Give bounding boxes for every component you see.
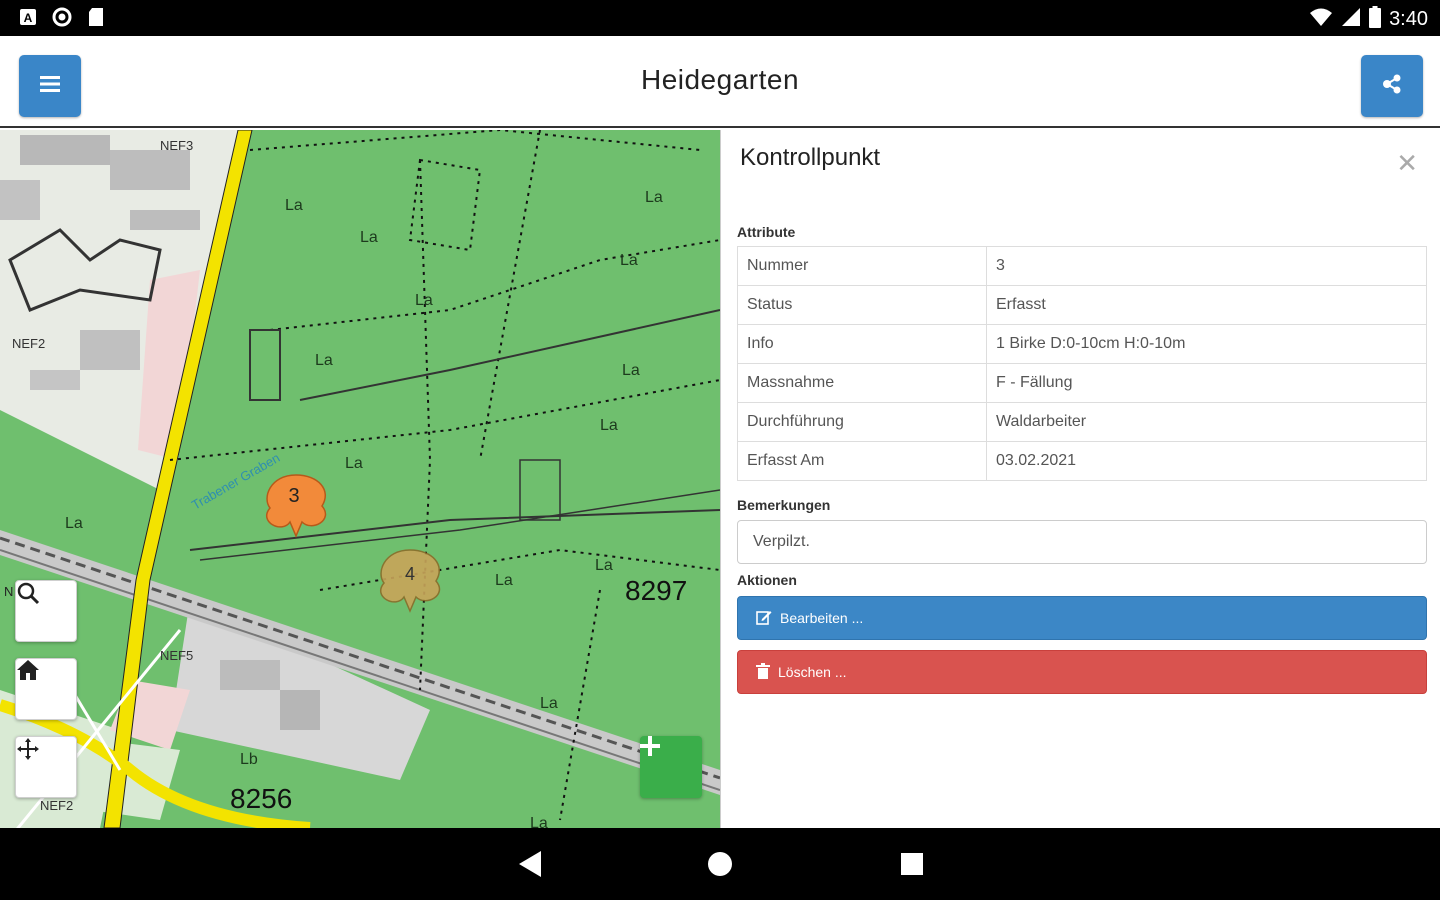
close-icon: ✕ [1396,148,1418,178]
close-button[interactable]: ✕ [1396,148,1418,179]
table-row: Nummer 3 [737,246,1427,286]
attribute-value: Erfasst [986,285,1427,325]
map-label: La [595,557,613,574]
table-row: Erfasst Am 03.02.2021 [737,441,1427,481]
add-point-button[interactable] [640,736,702,798]
marker-number: 4 [405,564,415,584]
map-label: La [360,229,378,246]
map-label: La [495,572,513,589]
marker-number: 3 [288,485,299,507]
edit-button[interactable]: Bearbeiten ... [737,596,1427,640]
map-view[interactable]: NEF3 NEF2 NEF5 NEF2 N La La La La La La … [0,130,720,828]
map-label: La [530,815,548,828]
sd-card-icon [86,7,106,27]
map-label: La [415,292,433,309]
map-label: NEF2 [40,798,73,813]
map-label: La [345,455,363,472]
back-icon[interactable] [516,850,544,878]
remarks-field[interactable]: Verpilzt. [737,520,1427,564]
marker-4[interactable]: 4 [380,549,441,613]
map-label: La [622,362,640,379]
map-label: Lb [240,751,258,768]
parcel-number: 8297 [625,575,687,606]
map-label: N [4,584,13,599]
map-canvas: NEF3 NEF2 NEF5 NEF2 N La La La La La La … [0,130,720,828]
home-circle-icon[interactable] [706,850,734,878]
remarks-label: Bemerkungen [737,497,831,513]
recents-icon[interactable] [898,850,926,878]
circle-icon [52,7,72,27]
map-label: La [65,515,83,532]
share-button[interactable] [1361,55,1423,117]
parcel-number: 8256 [230,783,292,814]
attribute-key: Massnahme [737,363,987,403]
delete-label: Löschen ... [778,664,847,680]
table-row: Status Erfasst [737,285,1427,325]
edit-label: Bearbeiten ... [780,610,864,626]
map-label: La [285,197,303,214]
attribute-value: 1 Birke D:0-10cm H:0-10m [986,324,1427,364]
actions-label: Aktionen [737,572,797,588]
table-row: Info 1 Birke D:0-10cm H:0-10m [737,324,1427,364]
attribute-value: 03.02.2021 [986,441,1427,481]
svg-text:A: A [24,11,33,25]
battery-icon [1369,6,1382,33]
search-button[interactable] [15,580,77,642]
attribute-value: F - Fällung [986,363,1427,403]
attribute-key: Durchführung [737,402,987,442]
a-icon: A [18,7,38,27]
home-button[interactable] [15,658,77,720]
attribute-key: Nummer [737,246,987,286]
status-bar: A 3:40 [0,0,1440,36]
attribute-key: Info [737,324,987,364]
detail-panel: Kontrollpunkt ✕ Attribute Nummer 3 Statu… [720,130,1440,828]
marker-3[interactable]: 3 [266,474,327,538]
signal-icon [1341,7,1361,32]
map-label: La [600,417,618,434]
map-label: La [315,352,333,369]
attributes-label: Attribute [737,224,796,240]
navigation-bar [0,828,1440,900]
wifi-icon [1309,7,1333,32]
move-button[interactable] [15,736,77,798]
app-header: Heidegarten [0,36,1440,128]
trash-icon [756,662,770,682]
table-row: Durchführung Waldarbeiter [737,402,1427,442]
panel-title: Kontrollpunkt [740,144,881,171]
table-row: Massnahme F - Fällung [737,363,1427,403]
page-title: Heidegarten [640,64,800,95]
share-icon [1381,74,1403,99]
map-label: NEF5 [160,648,193,663]
map-label: La [645,189,663,206]
attribute-key: Status [737,285,987,325]
edit-icon [756,609,772,628]
map-label: NEF3 [160,138,193,153]
attributes-table: Nummer 3 Status Erfasst Info 1 Birke D:0… [737,246,1427,481]
clock: 3:40 [1389,8,1428,30]
map-label: La [620,252,638,269]
attribute-value: 3 [986,246,1427,286]
map-label: La [540,695,558,712]
attribute-value: Waldarbeiter [986,402,1427,442]
map-label: NEF2 [12,336,45,351]
delete-button[interactable]: Löschen ... [737,650,1427,694]
attribute-key: Erfasst Am [737,441,987,481]
